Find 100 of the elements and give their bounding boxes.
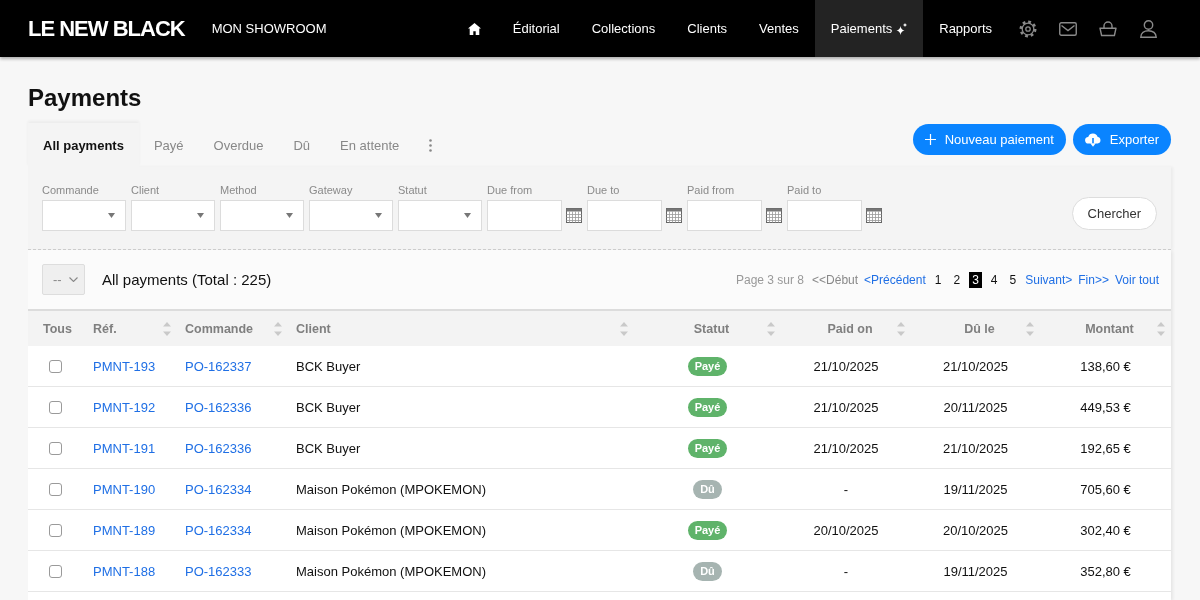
pagination-link[interactable]: Fin>>: [1078, 272, 1109, 287]
sort-icon[interactable]: [1157, 321, 1165, 336]
filter-label: Statut: [398, 183, 428, 197]
table-cell: -: [843, 563, 849, 579]
column-header: Statut: [692, 321, 731, 336]
payment-link[interactable]: PMNT-193: [93, 358, 156, 374]
table-cell: -: [843, 481, 849, 497]
table-cell: 138,60 €: [1080, 358, 1131, 374]
table-cell: 705,60 €: [1080, 481, 1131, 497]
page-link[interactable]: 5: [1006, 271, 1020, 288]
settings-icon[interactable]: [1019, 19, 1037, 38]
page-link[interactable]: 1: [931, 271, 945, 288]
sort-icon[interactable]: [274, 321, 282, 336]
caret-icon: [375, 213, 382, 218]
table-cell: 20/10/2025: [813, 522, 879, 538]
status-badge: Dû: [693, 479, 722, 499]
showroom-label: MON SHOWROOM: [211, 21, 327, 36]
calendar-icon[interactable]: [666, 208, 682, 223]
filter-tab[interactable]: En attente: [325, 123, 415, 167]
order-link[interactable]: PO-162336: [185, 399, 252, 415]
filter-label: Paid to: [787, 183, 823, 197]
column-header: Réf.: [93, 321, 118, 336]
payment-link[interactable]: PMNT-190: [93, 481, 156, 497]
filter-label: Client: [131, 183, 161, 197]
filter-tab[interactable]: Overdue: [198, 123, 279, 167]
search-button[interactable]: Chercher: [1071, 197, 1157, 230]
filter-tab[interactable]: Payé: [138, 123, 199, 167]
row-checkbox[interactable]: [49, 523, 62, 537]
order-link[interactable]: PO-162334: [185, 481, 252, 497]
sort-icon[interactable]: [897, 321, 905, 336]
row-checkbox[interactable]: [49, 400, 62, 414]
bag-icon[interactable]: [1099, 20, 1117, 37]
payment-link[interactable]: PMNT-191: [93, 440, 156, 456]
caret-icon: [286, 213, 293, 218]
order-link[interactable]: PO-162333: [185, 563, 252, 579]
date-field[interactable]: [487, 200, 562, 231]
payment-link[interactable]: PMNT-188: [93, 563, 156, 579]
filter-tab[interactable]: All payments: [28, 123, 139, 167]
date-field[interactable]: [787, 200, 862, 231]
payment-link[interactable]: PMNT-189: [93, 522, 156, 538]
more-icon[interactable]: [429, 138, 433, 152]
nav-link[interactable]: Ventes: [743, 0, 815, 57]
pagination-link[interactable]: <Précédent: [864, 272, 926, 287]
nav-link[interactable]: Collections: [575, 0, 672, 57]
status-badge: Payé: [687, 397, 728, 417]
calendar-icon[interactable]: [566, 208, 582, 223]
filter-label: Due to: [587, 183, 621, 197]
filter-label: Commande: [42, 183, 100, 197]
table-cell: 21/10/2025: [942, 440, 1009, 456]
user-icon[interactable]: [1139, 19, 1157, 38]
payment-link[interactable]: PMNT-192: [93, 399, 156, 415]
row-checkbox[interactable]: [49, 564, 62, 578]
page-link[interactable]: 4: [987, 271, 1001, 288]
row-checkbox[interactable]: [49, 441, 62, 455]
row-checkbox[interactable]: [49, 359, 62, 373]
caret-icon: [197, 213, 204, 218]
calendar-icon[interactable]: [766, 208, 782, 223]
brand-logo: LE NEW BLACK: [28, 15, 185, 42]
sort-icon[interactable]: [163, 321, 171, 336]
sort-icon[interactable]: [620, 321, 628, 336]
page-link[interactable]: 2: [950, 271, 964, 288]
list-title: All payments (Total : 225): [102, 271, 272, 288]
date-field[interactable]: [687, 200, 762, 231]
sort-icon[interactable]: [767, 321, 775, 336]
sort-icon[interactable]: [1026, 321, 1034, 336]
column-header: Montant: [1084, 321, 1135, 336]
pagination-link[interactable]: Voir tout: [1114, 272, 1159, 287]
column-header: Tous: [43, 321, 73, 336]
column-header: Paid on: [826, 321, 874, 336]
calendar-icon[interactable]: [866, 208, 882, 223]
export-button[interactable]: Exporter: [1072, 124, 1171, 155]
mail-icon[interactable]: [1059, 21, 1077, 36]
filter-tab[interactable]: Dû: [278, 123, 326, 167]
table-cell: 21/10/2025: [813, 358, 879, 374]
caret-icon: [108, 213, 115, 218]
pagination-link[interactable]: Suivant>: [1025, 272, 1073, 287]
table-cell: 449,53 €: [1080, 399, 1131, 415]
column-header: Dû le: [963, 321, 996, 336]
row-checkbox[interactable]: [49, 482, 62, 496]
table-cell: Maison Pokémon (MPOKEMON): [296, 481, 486, 497]
date-field[interactable]: [587, 200, 662, 231]
caret-icon: [464, 213, 471, 218]
table-cell: BCK Buyer: [296, 358, 361, 374]
nav-link[interactable]: Rapports: [923, 0, 1008, 57]
page-title: Payments: [28, 84, 142, 112]
column-header: Commande: [185, 321, 255, 336]
add-button[interactable]: Nouveau paiement: [912, 124, 1066, 155]
order-link[interactable]: PO-162336: [185, 440, 252, 456]
page-link[interactable]: 3: [969, 271, 982, 288]
bulk-action-select[interactable]: --: [42, 264, 85, 295]
table-cell: Maison Pokémon (MPOKEMON): [296, 563, 486, 579]
table-cell: 19/11/2025: [943, 563, 1008, 579]
nav-link[interactable]: Clients: [671, 0, 744, 57]
table-cell: BCK Buyer: [296, 440, 361, 456]
nav-link[interactable]: Éditorial: [496, 0, 576, 57]
order-link[interactable]: PO-162337: [185, 358, 252, 374]
home-icon[interactable]: [467, 22, 481, 35]
order-link[interactable]: PO-162334: [185, 522, 252, 538]
table-cell: 20/11/2025: [943, 399, 1008, 415]
nav-link[interactable]: Paiements: [814, 0, 924, 57]
